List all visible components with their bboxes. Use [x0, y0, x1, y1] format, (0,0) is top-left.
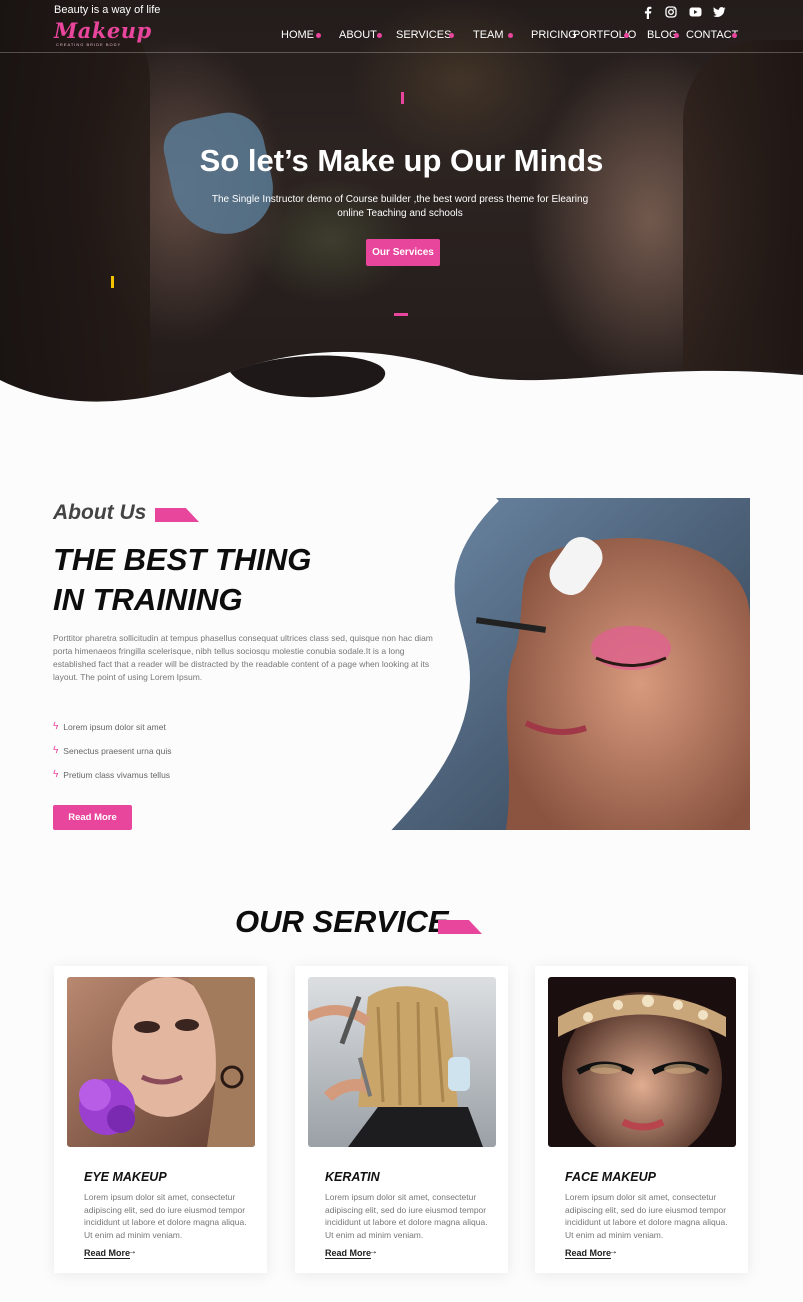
main-nav: HOME ABOUT SERVICES TEAM PRICING PORTFOL…	[0, 29, 803, 43]
service-card-text: Lorem ipsum dolor sit amet, consectetur …	[325, 1192, 488, 1240]
nav-separator-dot	[377, 33, 382, 38]
about-title: THE BEST THING IN TRAINING	[53, 540, 311, 620]
nav-contact[interactable]: CONTACT	[686, 29, 738, 41]
service-section-title: OUR SERVICE	[235, 904, 449, 939]
about-label-accent-shape	[155, 508, 199, 522]
decorative-line-yellow	[111, 276, 114, 288]
top-navigation-bar: Beauty is a way of life Makeup CREATING …	[0, 0, 803, 53]
service-card-text: Lorem ipsum dolor sit amet, consectetur …	[565, 1192, 728, 1240]
nav-pricing[interactable]: PRICING	[531, 29, 577, 41]
face-makeup-photo	[548, 977, 736, 1147]
nav-services[interactable]: SERVICES	[396, 29, 451, 41]
feature-item: ϟ Senectus praesent urna quis	[53, 745, 172, 756]
service-card: FACE MAKEUP Lorem ipsum dolor sit amet, …	[535, 966, 748, 1273]
social-links	[640, 5, 726, 19]
our-services-button[interactable]: Our Services	[366, 239, 440, 266]
arrow-right-icon[interactable]: →	[368, 1246, 378, 1257]
youtube-icon[interactable]	[688, 5, 702, 19]
lightning-bolt-icon: ϟ	[53, 769, 59, 780]
nav-separator-dot	[316, 33, 321, 38]
about-title-line-2: IN TRAINING	[53, 582, 243, 617]
arrow-right-icon[interactable]: →	[127, 1246, 137, 1257]
service-read-more-link[interactable]: Read More	[325, 1248, 372, 1259]
feature-label: Pretium class vivamus tellus	[63, 769, 171, 780]
decorative-line-pink	[401, 92, 404, 104]
decorative-dash-pink	[394, 313, 408, 316]
facebook-icon[interactable]	[640, 5, 654, 19]
service-card-title: KERATIN	[325, 1170, 380, 1184]
nav-separator-dot	[732, 33, 737, 38]
eye-makeup-photo	[67, 977, 255, 1147]
about-section-label: About Us	[53, 501, 147, 524]
nav-separator-dot	[674, 33, 679, 38]
about-title-line-1: THE BEST THING	[53, 542, 312, 577]
nav-separator-dot	[624, 33, 629, 38]
service-read-more-link[interactable]: Read More	[84, 1248, 131, 1259]
service-card: KERATIN Lorem ipsum dolor sit amet, cons…	[295, 966, 508, 1273]
service-read-more-link[interactable]: Read More	[565, 1248, 612, 1259]
keratin-photo	[308, 977, 496, 1147]
about-makeup-photo	[386, 498, 750, 830]
service-card-title: FACE MAKEUP	[565, 1170, 656, 1184]
about-paragraph: Porttitor pharetra sollicitudin at tempu…	[53, 633, 433, 682]
feature-label: Lorem ipsum dolor sit amet	[63, 721, 166, 732]
nav-separator-dot	[449, 33, 454, 38]
feature-label: Senectus praesent urna quis	[63, 745, 172, 756]
feature-item: ϟ Lorem ipsum dolor sit amet	[53, 721, 166, 732]
lightning-bolt-icon: ϟ	[53, 721, 59, 732]
arrow-right-icon[interactable]: →	[608, 1246, 618, 1257]
nav-blog[interactable]: BLOG	[647, 29, 678, 41]
site-tagline: Beauty is a way of life	[54, 4, 161, 16]
feature-item: ϟ Pretium class vivamus tellus	[53, 769, 170, 780]
lightning-bolt-icon: ϟ	[53, 745, 59, 756]
nav-team[interactable]: TEAM	[473, 29, 504, 41]
service-title-accent-shape	[438, 920, 482, 934]
service-card-title: EYE MAKEUP	[84, 1170, 167, 1184]
twitter-icon[interactable]	[712, 5, 726, 19]
hero-wave-divider	[0, 351, 803, 420]
about-read-more-button[interactable]: Read More	[53, 805, 132, 830]
nav-home[interactable]: HOME	[281, 29, 314, 41]
hero-title: So let’s Make up Our Minds	[199, 143, 604, 178]
service-card-text: Lorem ipsum dolor sit amet, consectetur …	[84, 1192, 247, 1240]
hero-section: Beauty is a way of life Makeup CREATING …	[0, 0, 803, 420]
hero-subtitle: The Single Instructor demo of Course bui…	[211, 194, 589, 219]
nav-separator-dot	[508, 33, 513, 38]
instagram-icon[interactable]	[664, 5, 678, 19]
nav-about[interactable]: ABOUT	[339, 29, 377, 41]
service-card: EYE MAKEUP Lorem ipsum dolor sit amet, c…	[54, 966, 267, 1273]
